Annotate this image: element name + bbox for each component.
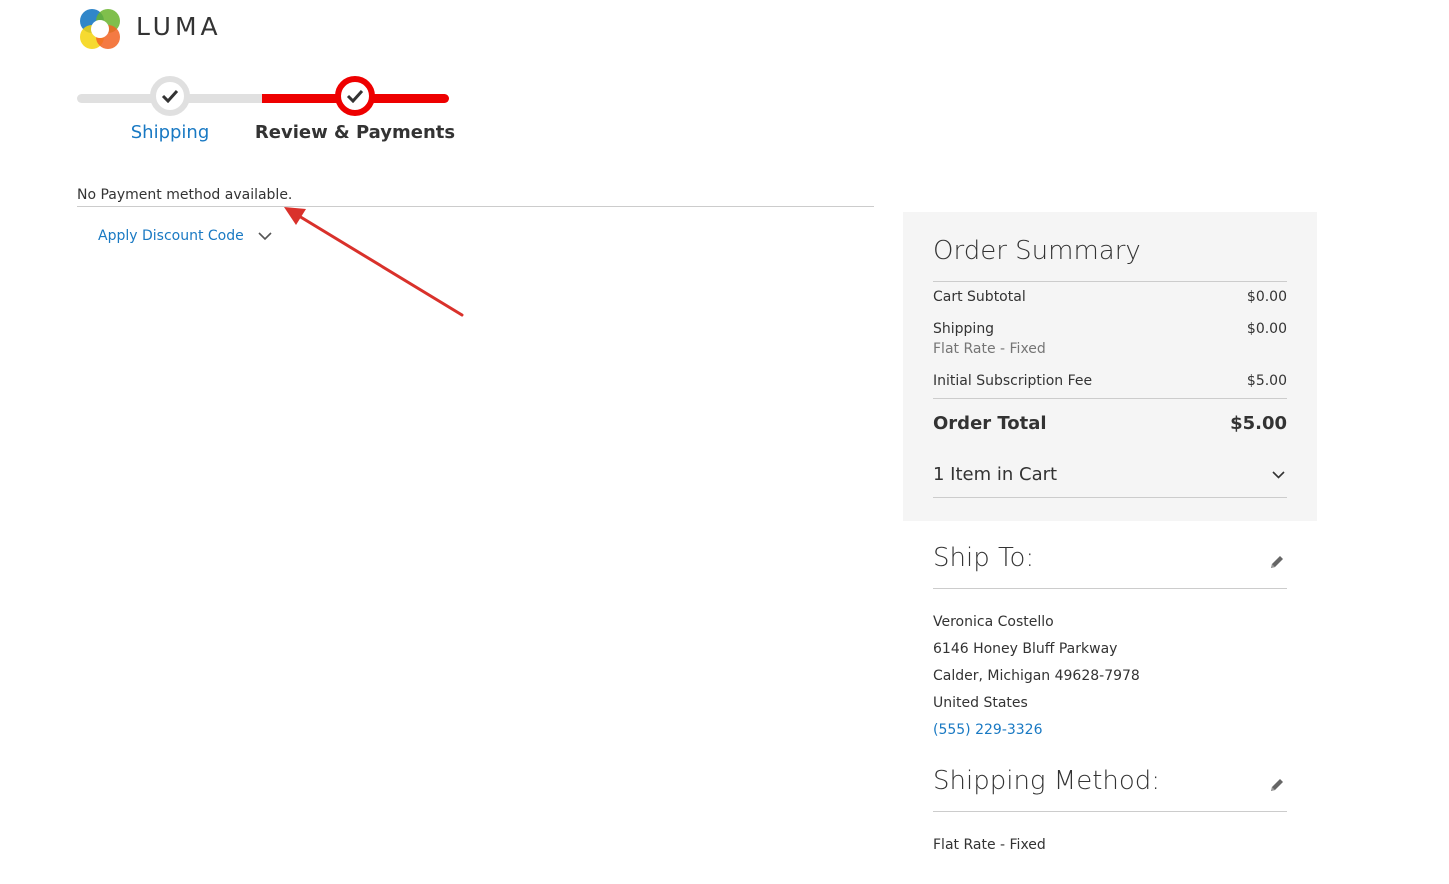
shipping-method-title: Shipping Method:: [933, 766, 1161, 796]
ship-to-street: 6146 Honey Bluff Parkway: [933, 641, 1118, 657]
summary-divider: [933, 281, 1287, 282]
cart-subtotal-label: Cart Subtotal: [933, 289, 1026, 305]
order-total-value: $5.00: [1230, 413, 1287, 434]
shipping-method-divider: [933, 811, 1287, 812]
ship-to-city: Calder, Michigan 49628-7978: [933, 668, 1140, 684]
ship-to-country: United States: [933, 695, 1028, 711]
shipping-method-value: Flat Rate - Fixed: [933, 837, 1046, 853]
ship-to-divider: [933, 588, 1287, 589]
summary-divider: [933, 398, 1287, 399]
edit-pencil-icon[interactable]: [1268, 553, 1286, 571]
shipping-value: $0.00: [1246, 321, 1287, 337]
brand-name: LUMA: [136, 12, 222, 41]
ship-to-name: Veronica Costello: [933, 614, 1054, 630]
step-review-label: Review & Payments: [254, 122, 456, 143]
order-total-label: Order Total: [933, 413, 1047, 434]
checkmark-icon: [161, 89, 179, 103]
annotation-arrow: [284, 207, 464, 317]
chevron-down-icon: [258, 231, 272, 240]
apply-discount-toggle[interactable]: Apply Discount Code: [98, 228, 272, 244]
step-review-marker: [335, 76, 375, 116]
payment-divider: [77, 206, 874, 207]
apply-discount-label: Apply Discount Code: [98, 228, 244, 244]
luma-logo[interactable]: [77, 6, 123, 52]
step-shipping-link[interactable]: Shipping: [120, 122, 220, 143]
subscription-fee-value: $5.00: [1246, 373, 1287, 389]
ship-to-title: Ship To:: [933, 543, 1035, 573]
subscription-fee-label: Initial Subscription Fee: [933, 373, 1093, 389]
checkmark-icon: [346, 89, 364, 103]
chevron-down-icon: [1272, 470, 1285, 479]
cart-subtotal-value: $0.00: [1246, 289, 1287, 305]
items-in-cart-label: 1 Item in Cart: [933, 464, 1058, 485]
step-shipping-marker: [150, 76, 190, 116]
items-in-cart-toggle[interactable]: 1 Item in Cart: [933, 464, 1287, 485]
no-payment-message: No Payment method available.: [77, 187, 293, 203]
summary-divider: [933, 497, 1287, 498]
shipping-method-sublabel: Flat Rate - Fixed: [933, 341, 1046, 357]
order-summary-title: Order Summary: [933, 236, 1141, 266]
ship-to-phone-link[interactable]: (555) 229-3326: [933, 722, 1043, 738]
edit-pencil-icon[interactable]: [1268, 776, 1286, 794]
shipping-label: Shipping: [933, 321, 995, 337]
